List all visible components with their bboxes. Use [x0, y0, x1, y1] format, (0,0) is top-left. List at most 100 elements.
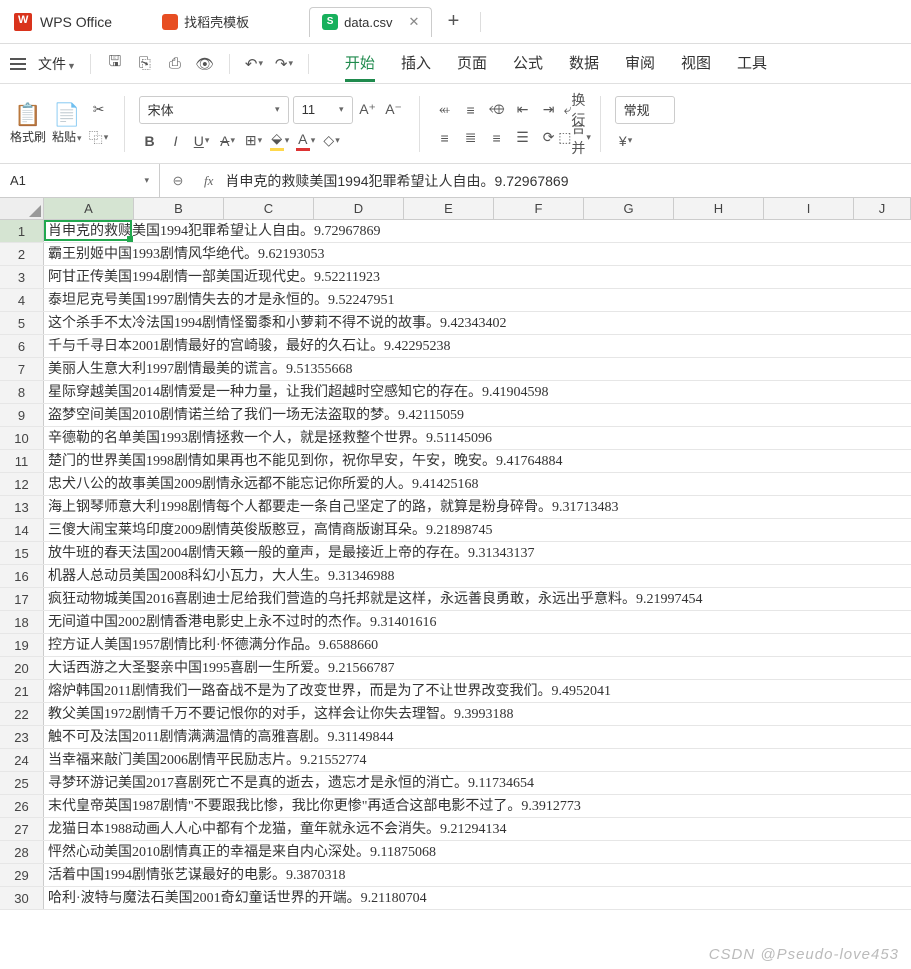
row-header[interactable]: 8	[0, 381, 44, 403]
cell[interactable]: 海上钢琴师意大利1998剧情每个人都要走一条自己坚定了的路，就算是粉身碎骨。9.…	[44, 496, 911, 518]
cell[interactable]: 忠犬八公的故事美国2009剧情永远都不能忘记你所爱的人。9.41425168	[44, 473, 911, 495]
cell[interactable]: 触不可及法国2011剧情满满温情的高雅喜剧。9.31149844	[44, 726, 911, 748]
preview-icon[interactable]: 👁	[195, 54, 215, 74]
cell[interactable]: 活着中国1994剧情张艺谋最好的电影。9.3870318	[44, 864, 911, 886]
col-header-F[interactable]: F	[494, 198, 584, 219]
col-header-E[interactable]: E	[404, 198, 494, 219]
indent-right-icon[interactable]: ⇥	[538, 99, 560, 121]
cell[interactable]: 楚门的世界美国1998剧情如果再也不能见到你，祝你早安，午安，晚安。9.4176…	[44, 450, 911, 472]
cell[interactable]: 美丽人生意大利1997剧情最美的谎言。9.51355668	[44, 358, 911, 380]
row-header[interactable]: 4	[0, 289, 44, 311]
cell[interactable]: 三傻大闹宝莱坞印度2009剧情英俊版憨豆，高情商版谢耳朵。9.21898745	[44, 519, 911, 541]
tab-formula[interactable]: 公式	[513, 46, 543, 82]
tab-template[interactable]: 找稻壳模板	[150, 7, 261, 37]
cell[interactable]: 怦然心动美国2010剧情真正的幸福是来自内心深处。9.11875068	[44, 841, 911, 863]
cell[interactable]: 肖申克的救赎美国1994犯罪希望让人自由。9.72967869	[44, 220, 911, 242]
close-icon[interactable]: ✕	[409, 14, 420, 30]
align-right-icon[interactable]: ≡	[486, 127, 508, 149]
tab-data[interactable]: 数据	[569, 46, 599, 82]
save-icon[interactable]: 🖫	[105, 54, 125, 74]
row-header[interactable]: 5	[0, 312, 44, 334]
col-header-J[interactable]: J	[854, 198, 911, 219]
col-header-A[interactable]: A	[44, 198, 134, 219]
indent-left-icon[interactable]: ⇤	[512, 99, 534, 121]
merge-button[interactable]: ⬚ 合并▾	[564, 127, 586, 149]
currency-icon[interactable]: ¥▾	[615, 130, 637, 152]
cell[interactable]: 机器人总动员美国2008科幻小瓦力，大人生。9.31346988	[44, 565, 911, 587]
row-header[interactable]: 30	[0, 887, 44, 909]
copy-icon[interactable]: ⿻▾	[88, 127, 110, 149]
cell[interactable]: 辛德勒的名单美国1993剧情拯救一个人，就是拯救整个世界。9.51145096	[44, 427, 911, 449]
row-header[interactable]: 26	[0, 795, 44, 817]
row-header[interactable]: 11	[0, 450, 44, 472]
row-header[interactable]: 15	[0, 542, 44, 564]
row-header[interactable]: 22	[0, 703, 44, 725]
hamburger-icon[interactable]	[10, 58, 26, 70]
row-header[interactable]: 14	[0, 519, 44, 541]
row-header[interactable]: 13	[0, 496, 44, 518]
cut-icon[interactable]: ✂	[88, 99, 110, 121]
cell[interactable]: 熔炉韩国2011剧情我们一路奋战不是为了改变世界，而是为了不让世界改变我们。9.…	[44, 680, 911, 702]
cell[interactable]: 疯狂动物城美国2016喜剧迪士尼给我们营造的乌托邦就是这样，永远善良勇敢，永远出…	[44, 588, 911, 610]
select-all-corner[interactable]	[0, 198, 44, 219]
row-header[interactable]: 2	[0, 243, 44, 265]
align-bottom-icon[interactable]: ⬲	[486, 99, 508, 121]
row-header[interactable]: 1	[0, 220, 44, 242]
tab-start[interactable]: 开始	[345, 46, 375, 82]
border-icon[interactable]: ⊞▾	[243, 130, 265, 152]
cell[interactable]: 大话西游之大圣娶亲中国1995喜剧一生所爱。9.21566787	[44, 657, 911, 679]
row-header[interactable]: 21	[0, 680, 44, 702]
new-tab-button[interactable]: +	[440, 10, 466, 33]
cell[interactable]: 霸王别姬中国1993剧情风华绝代。9.62193053	[44, 243, 911, 265]
col-header-D[interactable]: D	[314, 198, 404, 219]
font-size-select[interactable]: 11▾	[293, 96, 353, 124]
undo-icon[interactable]: ↶▾	[244, 54, 264, 74]
tab-file[interactable]: S data.csv ✕	[309, 7, 432, 37]
bold-icon[interactable]: B	[139, 130, 161, 152]
cell[interactable]: 当幸福来敲门美国2006剧情平民励志片。9.21552774	[44, 749, 911, 771]
row-header[interactable]: 12	[0, 473, 44, 495]
row-header[interactable]: 25	[0, 772, 44, 794]
cell[interactable]: 这个杀手不太冷法国1994剧情怪蜀黍和小萝莉不得不说的故事。9.42343402	[44, 312, 911, 334]
fx-icon[interactable]: fx	[204, 173, 213, 189]
font-name-select[interactable]: 宋体▾	[139, 96, 289, 124]
row-header[interactable]: 23	[0, 726, 44, 748]
decrease-font-icon[interactable]: A⁻	[383, 99, 405, 121]
align-middle-icon[interactable]: ≡	[460, 99, 482, 121]
print-icon[interactable]: ⎙	[165, 54, 185, 74]
col-header-I[interactable]: I	[764, 198, 854, 219]
align-center-icon[interactable]: ≣	[460, 127, 482, 149]
strike-icon[interactable]: A▾	[217, 130, 239, 152]
cell[interactable]: 哈利·波特与魔法石美国2001奇幻童话世界的开端。9.21180704	[44, 887, 911, 909]
redo-icon[interactable]: ↷▾	[274, 54, 294, 74]
align-left-icon[interactable]: ≡	[434, 127, 456, 149]
cancel-fx-icon[interactable]: ⊖	[160, 173, 196, 189]
cell[interactable]: 放牛班的春天法国2004剧情天籁一般的童声，是最接近上帝的存在。9.313431…	[44, 542, 911, 564]
row-header[interactable]: 27	[0, 818, 44, 840]
row-header[interactable]: 19	[0, 634, 44, 656]
row-header[interactable]: 28	[0, 841, 44, 863]
file-menu[interactable]: 文件▼	[34, 52, 80, 76]
clear-format-icon[interactable]: ◇▾	[321, 130, 343, 152]
align-top-icon[interactable]: ⬴	[434, 99, 456, 121]
row-header[interactable]: 18	[0, 611, 44, 633]
formula-input[interactable]: 肖申克的救赎美国1994犯罪希望让人自由。9.72967869	[221, 171, 911, 191]
col-header-C[interactable]: C	[224, 198, 314, 219]
row-header[interactable]: 10	[0, 427, 44, 449]
col-header-B[interactable]: B	[134, 198, 224, 219]
cell[interactable]: 无间道中国2002剧情香港电影史上永不过时的杰作。9.31401616	[44, 611, 911, 633]
increase-font-icon[interactable]: A⁺	[357, 99, 379, 121]
cell[interactable]: 控方证人美国1957剧情比利·怀德满分作品。9.6588660	[44, 634, 911, 656]
tab-page[interactable]: 页面	[457, 46, 487, 82]
tab-tool[interactable]: 工具	[737, 46, 767, 82]
cell[interactable]: 千与千寻日本2001剧情最好的宫崎骏，最好的久石让。9.42295238	[44, 335, 911, 357]
cell[interactable]: 星际穿越美国2014剧情爱是一种力量，让我们超越时空感知它的存在。9.41904…	[44, 381, 911, 403]
row-header[interactable]: 29	[0, 864, 44, 886]
cell[interactable]: 龙猫日本1988动画人人心中都有个龙猫，童年就永远不会消失。9.21294134	[44, 818, 911, 840]
row-header[interactable]: 9	[0, 404, 44, 426]
font-color-icon[interactable]: A▾	[295, 130, 317, 152]
row-header[interactable]: 7	[0, 358, 44, 380]
row-header[interactable]: 16	[0, 565, 44, 587]
underline-icon[interactable]: U▾	[191, 130, 213, 152]
cell[interactable]: 泰坦尼克号美国1997剧情失去的才是永恒的。9.52247951	[44, 289, 911, 311]
